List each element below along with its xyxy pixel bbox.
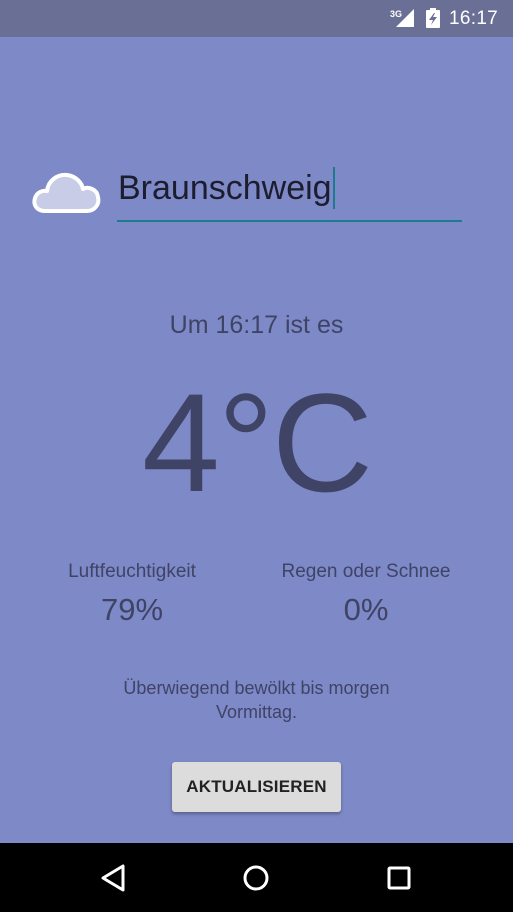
- time-suffix: ist es: [285, 311, 344, 339]
- recents-icon[interactable]: [381, 860, 417, 896]
- home-icon[interactable]: [238, 860, 274, 896]
- humidity-stat: Luftfeuchtigkeit 79%: [32, 560, 232, 628]
- text-cursor: [332, 167, 335, 209]
- navigation-bar: [0, 843, 513, 912]
- weather-screen: 3G 16:17 Braunschweig Um 16:17 ist es 4°…: [0, 0, 513, 912]
- precipitation-stat: Regen oder Schnee 0%: [266, 560, 466, 628]
- observation-time-line: Um 16:17 ist es: [0, 311, 513, 340]
- time-prefix: Um: [169, 311, 209, 339]
- city-input[interactable]: Braunschweig: [117, 160, 462, 222]
- precipitation-label: Regen oder Schnee: [281, 561, 451, 582]
- signal-icon: [396, 9, 414, 27]
- humidity-value: 79%: [100, 592, 164, 627]
- refresh-button[interactable]: AKTUALISIEREN: [172, 762, 341, 812]
- observation-time: 16:17: [215, 311, 279, 339]
- status-bar: 3G 16:17: [0, 0, 513, 37]
- cloud-icon: [32, 172, 101, 213]
- temperature-value: 4°C: [142, 364, 373, 521]
- status-time: 16:17: [449, 8, 499, 29]
- precipitation-value: 0%: [343, 592, 389, 627]
- humidity-label: Luftfeuchtigkeit: [68, 561, 196, 582]
- weather-summary: Überwiegend bewölkt bis morgen Vormittag…: [123, 678, 390, 722]
- battery-charging-icon: [426, 8, 440, 28]
- back-icon[interactable]: [96, 860, 132, 896]
- city-input-value: Braunschweig: [118, 168, 332, 207]
